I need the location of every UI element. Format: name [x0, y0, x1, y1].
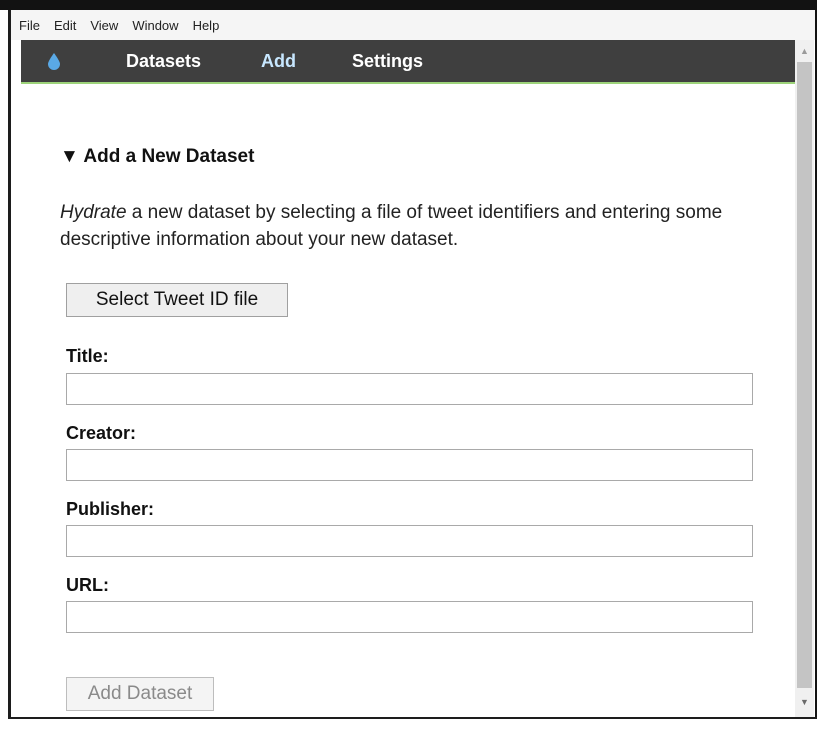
title-label: Title:	[66, 346, 109, 366]
creator-input[interactable]	[66, 449, 753, 481]
scrollbar-thumb[interactable]	[797, 62, 812, 688]
menu-help[interactable]: Help	[193, 18, 220, 33]
nav-add[interactable]: Add	[261, 51, 296, 72]
menu-bar: File Edit View Window Help	[11, 10, 815, 40]
intro-emphasis: Hydrate	[60, 202, 127, 223]
url-input[interactable]	[66, 601, 753, 633]
publisher-label: Publisher:	[66, 499, 155, 519]
menu-window[interactable]: Window	[132, 18, 178, 33]
scroll-up-arrow-icon[interactable]: ▲	[797, 44, 812, 58]
creator-label: Creator:	[66, 423, 137, 443]
window-title-bar	[0, 0, 817, 10]
title-input[interactable]	[66, 373, 753, 405]
window-bottom-border	[8, 717, 817, 719]
nav-settings[interactable]: Settings	[352, 51, 423, 72]
publisher-input[interactable]	[66, 525, 753, 557]
nav-datasets[interactable]: Datasets	[126, 51, 201, 72]
water-drop-icon[interactable]	[48, 53, 60, 75]
intro-text: Hydrate a new dataset by selecting a fil…	[60, 199, 760, 253]
menu-view[interactable]: View	[90, 18, 118, 33]
window-bottom-edge	[0, 719, 817, 731]
window-left-border	[8, 0, 11, 731]
collapse-triangle-icon: ▼	[60, 146, 79, 167]
menu-edit[interactable]: Edit	[54, 18, 76, 33]
scroll-down-arrow-icon[interactable]: ▼	[797, 695, 812, 709]
menu-file[interactable]: File	[19, 18, 40, 33]
section-title: Add a New Dataset	[83, 146, 255, 167]
add-dataset-button[interactable]: Add Dataset	[66, 677, 214, 711]
app-navbar: Datasets Add Settings	[21, 40, 795, 84]
select-tweet-id-file-button[interactable]: Select Tweet ID file	[66, 283, 288, 317]
url-label: URL:	[66, 575, 109, 595]
add-dataset-section-header[interactable]: ▼ Add a New Dataset	[60, 146, 254, 168]
intro-body: a new dataset by selecting a file of twe…	[60, 202, 723, 250]
